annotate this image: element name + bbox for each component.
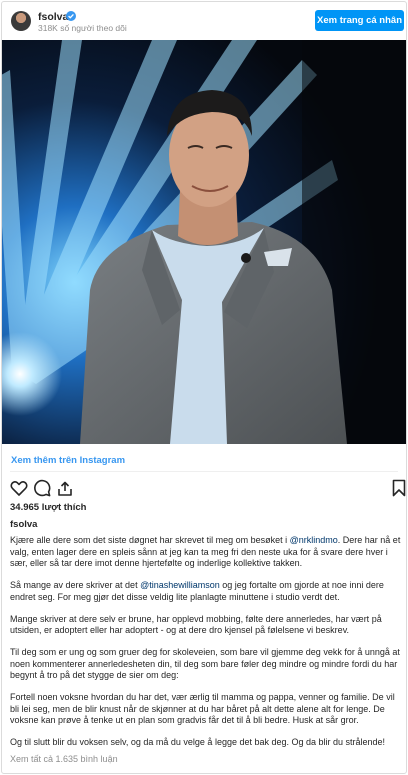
caption-paragraph: Fortell noen voksne hvordan du har det, … xyxy=(10,692,395,726)
bookmark-icon[interactable] xyxy=(389,478,406,498)
post-photo[interactable] xyxy=(2,40,406,444)
caption: Kjære alle dere som det siste døgnet har… xyxy=(10,535,402,759)
caption-text: Kjære alle dere som det siste døgnet har… xyxy=(10,535,290,545)
mention-link[interactable]: @nrklindmo xyxy=(290,535,338,545)
post-header: fsolva 318K số người theo dõi Xem trang … xyxy=(2,2,406,40)
username[interactable]: fsolva xyxy=(38,11,68,23)
like-count[interactable]: 34.965 lượt thích xyxy=(10,502,86,513)
share-icon[interactable] xyxy=(55,478,75,498)
caption-paragraph: Og til slutt blir du voksen selv, og da … xyxy=(10,737,386,748)
caption-paragraph: Kjære alle dere som det siste døgnet har… xyxy=(10,535,402,570)
caption-paragraph: Så mange av dere skriver at det @tinashe… xyxy=(10,580,402,603)
mention-link[interactable]: @tinashewilliamson xyxy=(140,580,220,590)
instagram-embed-card: fsolva 318K số người theo dõi Xem trang … xyxy=(1,1,407,774)
view-profile-button[interactable]: Xem trang cá nhân xyxy=(315,10,404,31)
caption-username[interactable]: fsolva xyxy=(10,519,37,530)
avatar[interactable] xyxy=(11,11,31,31)
view-more-on-instagram-link[interactable]: Xem thêm trên Instagram xyxy=(11,455,125,466)
divider xyxy=(10,471,398,472)
caption-text: Så mange av dere skriver at det xyxy=(10,580,141,591)
caption-paragraph: Mange skriver at dere selv er brune, har… xyxy=(10,613,382,636)
verified-badge-icon xyxy=(66,11,76,21)
follower-count: 318K số người theo dõi xyxy=(38,23,127,33)
comment-icon[interactable] xyxy=(32,478,52,498)
caption-paragraph: Til deg som er ung og som gruer deg for … xyxy=(10,646,400,681)
view-all-comments-link[interactable]: Xem tất cả 1.635 bình luận xyxy=(10,754,118,764)
photo-illustration xyxy=(2,40,406,444)
heart-icon[interactable] xyxy=(9,478,29,498)
